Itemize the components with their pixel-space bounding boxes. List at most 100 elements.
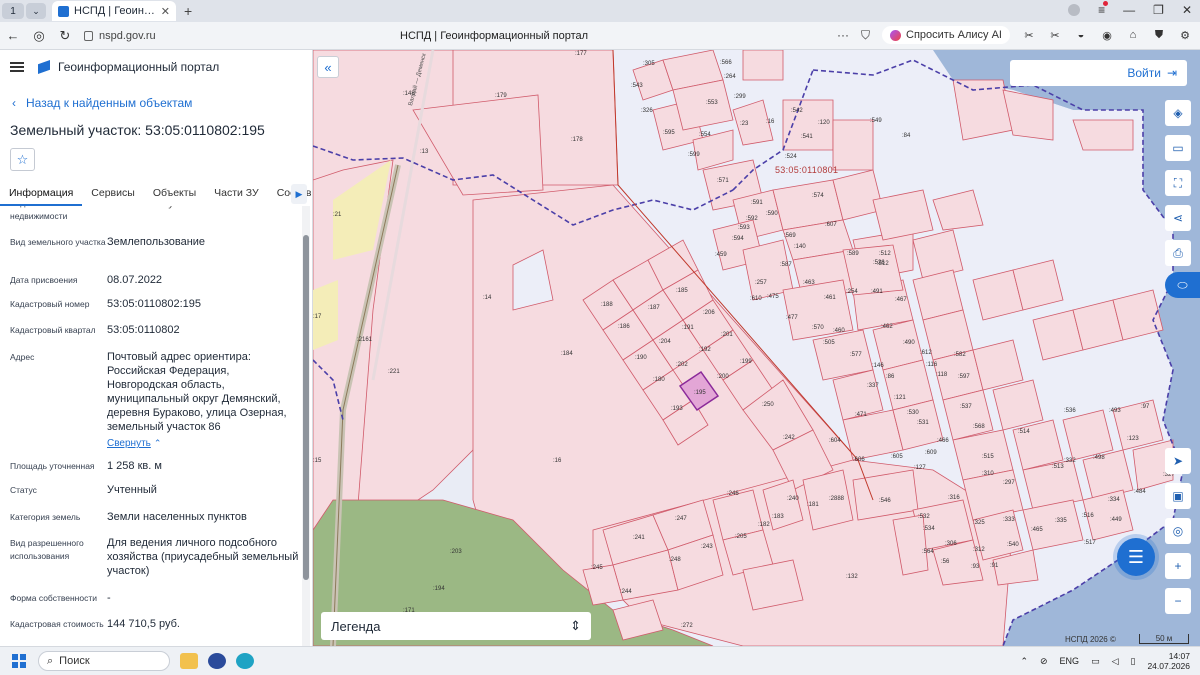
parcel-label[interactable]: :466 [937, 438, 949, 444]
parcel-label[interactable]: :540 [1007, 542, 1019, 548]
parcel-label[interactable]: :200 [717, 374, 729, 380]
parcel-label[interactable]: :116 [926, 362, 938, 368]
browser-tab[interactable]: НСПД | Геоинформаци ✕ [52, 1, 176, 21]
parcel-label[interactable]: :310 [982, 471, 994, 477]
parcel-label[interactable]: :465 [1031, 527, 1043, 533]
parcel-label[interactable]: :516 [1082, 513, 1094, 519]
ask-alisa-button[interactable]: Спросить Алису AI [882, 26, 1010, 44]
parcel-label[interactable]: :305 [643, 61, 655, 67]
parcel-label[interactable]: :203 [450, 549, 462, 555]
parcel-label[interactable]: :245 [591, 565, 603, 571]
parcel-label[interactable]: :132 [846, 574, 858, 580]
parcel-label[interactable]: :517 [1084, 540, 1096, 546]
parcel-label[interactable]: :2888 [829, 496, 845, 502]
parcel-label[interactable]: :185 [676, 288, 688, 294]
parcel-label[interactable]: :463 [803, 280, 815, 286]
parcel-label[interactable]: :609 [925, 450, 937, 456]
parcel-label[interactable]: :326 [641, 108, 653, 114]
parcel-label[interactable]: :553 [706, 100, 718, 106]
parcel-label[interactable]: :325 [973, 520, 985, 526]
navigate-icon[interactable]: ➤ [1165, 448, 1191, 474]
parcel-label[interactable]: :605 [891, 454, 903, 460]
parcel-label[interactable]: :316 [948, 495, 960, 501]
tray-overflow-icon[interactable]: ⌃ [1020, 656, 1028, 667]
parcel-label[interactable]: :201 [721, 332, 733, 338]
parcel-label[interactable]: :512 [879, 251, 891, 257]
parcel-label[interactable]: :536 [1064, 408, 1076, 414]
tab-counter[interactable]: 1 [2, 3, 24, 19]
parcel-label[interactable]: :537 [960, 404, 972, 410]
parcel-label[interactable]: :512 [877, 261, 889, 267]
parcel-label[interactable]: :182 [758, 522, 770, 528]
extension-icon-6[interactable]: ⛊ [1152, 29, 1166, 41]
parcel-label[interactable]: :530 [907, 410, 919, 416]
parcel-label[interactable]: :246 [727, 491, 739, 497]
extension-icon-5[interactable]: ⌂ [1126, 29, 1140, 41]
tab-parts[interactable]: Части ЗУ [205, 184, 268, 206]
parcel-label[interactable]: :247 [675, 516, 687, 522]
parcel-label[interactable]: :334 [1108, 497, 1120, 503]
parcel-label[interactable]: :204 [659, 339, 671, 345]
parcel-label[interactable]: :242 [783, 435, 795, 441]
parcel-label[interactable]: :146 [872, 363, 884, 369]
select-area-icon[interactable]: ⛶ [1165, 170, 1191, 196]
parcel-label[interactable]: :541 [801, 134, 813, 140]
parcel-label[interactable]: :599 [688, 152, 700, 158]
extension-icon-1[interactable]: ✂ [1022, 29, 1036, 42]
zoom-in-icon[interactable]: + [1165, 553, 1191, 579]
parcel-label[interactable]: :587 [780, 262, 792, 268]
tab-services[interactable]: Сервисы [82, 184, 144, 206]
parcel-label[interactable]: :514 [1018, 429, 1030, 435]
edge-browser-icon[interactable] [236, 653, 254, 669]
parcel-label[interactable]: :524 [785, 154, 797, 160]
assistant-icon[interactable]: ⬭ [1165, 272, 1200, 298]
parcel-label[interactable]: :2161 [357, 337, 373, 343]
parcel-label[interactable]: :568 [973, 424, 985, 430]
map-canvas[interactable]: :195 :177 :148 :179 :178 :13 :21 :17 :14… [313, 50, 1200, 646]
parcel-label[interactable]: :192 [699, 347, 711, 353]
extension-icon-3[interactable]: ◒ [1074, 29, 1088, 41]
parcel-label[interactable]: :484 [1134, 489, 1146, 495]
parcel-label[interactable]: :594 [732, 236, 744, 242]
file-explorer-icon[interactable] [180, 653, 198, 669]
parcel-label[interactable]: :190 [635, 355, 647, 361]
basemap-icon[interactable]: ▣ [1165, 483, 1191, 509]
parcel-label[interactable]: :180 [653, 377, 665, 383]
parcel-label[interactable]: :121 [894, 395, 906, 401]
parcel-label[interactable]: :534 [923, 526, 935, 532]
parcel-label[interactable]: :188 [601, 302, 613, 308]
parcel-label[interactable]: :299 [734, 94, 746, 100]
parcel-label[interactable]: :123 [1127, 436, 1139, 442]
parcel-label[interactable]: :97 [1141, 404, 1150, 410]
parcel-label[interactable]: :206 [703, 310, 715, 316]
parcel-label[interactable]: :582 [954, 352, 966, 358]
minimize-icon[interactable]: — [1123, 3, 1135, 17]
reload-icon[interactable]: ↻ [52, 28, 78, 44]
parcel-label[interactable]: :93 [971, 564, 980, 570]
extension-icon-2[interactable]: ✂ [1048, 29, 1062, 42]
parcel-label[interactable]: :477 [786, 315, 798, 321]
cadastral-map[interactable]: :195 :177 :148 :179 :178 :13 :21 :17 :14… [313, 50, 1200, 646]
parcel-label[interactable]: :91 [990, 563, 999, 569]
parcel-label[interactable]: :597 [958, 374, 970, 380]
protect-icon[interactable]: ◎ [26, 28, 52, 44]
more-icon[interactable]: ··· [837, 28, 849, 42]
extension-icon-4[interactable]: ◉ [1100, 29, 1114, 42]
parcel-label[interactable]: :186 [618, 324, 630, 330]
parcel-label[interactable]: :202 [676, 362, 688, 368]
panel-scrollbar[interactable] [303, 235, 309, 580]
parcel-label[interactable]: :250 [762, 402, 774, 408]
chat-support-icon[interactable]: ☰ [1117, 538, 1155, 576]
parcel-label[interactable]: :140 [794, 244, 806, 250]
parcel-label[interactable]: :243 [701, 544, 713, 550]
collapse-link[interactable]: Свернуть ⌃ [107, 436, 300, 451]
parcel-label[interactable]: :532 [918, 514, 930, 520]
parcel-label[interactable]: :505 [823, 340, 835, 346]
parcel-label[interactable]: :312 [973, 547, 985, 553]
parcel-label[interactable]: :531 [917, 420, 929, 426]
parcel-label[interactable]: :264 [724, 74, 736, 80]
parcel-label[interactable]: :471 [855, 412, 867, 418]
menu-icon[interactable]: ≡ [1098, 1, 1109, 17]
back-to-results-link[interactable]: ‹ Назад к найденным объектам [12, 96, 192, 110]
network-icon[interactable]: ▭ [1091, 656, 1100, 667]
